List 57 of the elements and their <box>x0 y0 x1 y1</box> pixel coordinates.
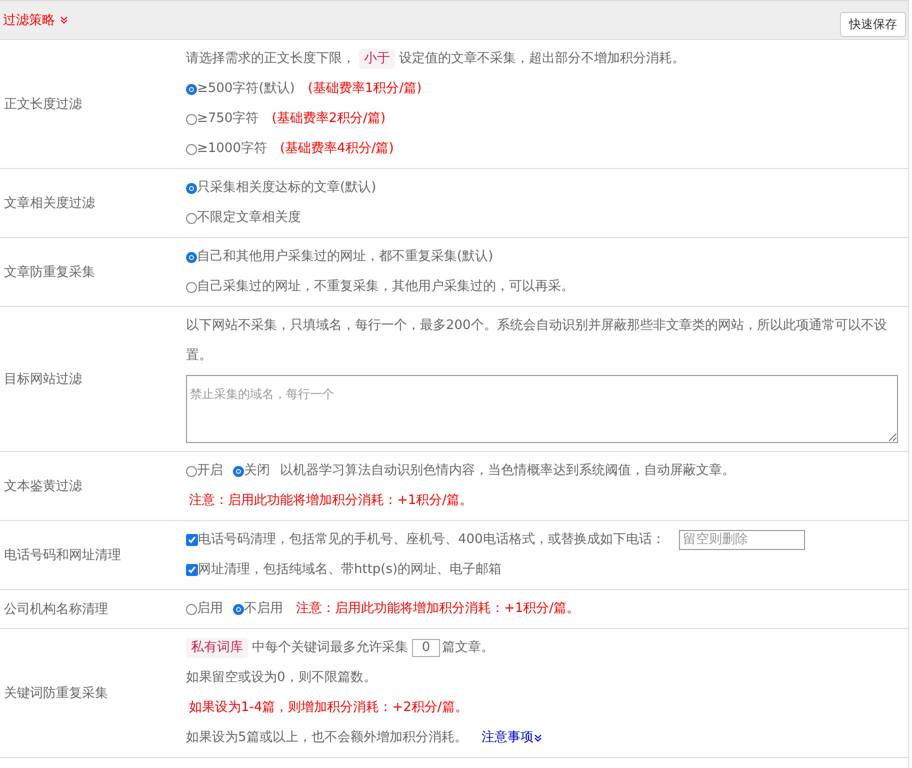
setting-label: 电话号码和网址清理 <box>3 547 122 565</box>
checkbox[interactable] <box>186 534 198 546</box>
description-text: 以下网站不采集，只填域名，每行一个，最多200个。系统会自动识别并屏蔽那些非文章类的网站，所以此项通常可以不设置。 <box>186 317 888 365</box>
description-text: 请选择需求的正文长度下限， <box>186 50 355 68</box>
description-text: 设定值的文章不采集，超出部分不增加积分消耗。 <box>399 50 685 68</box>
option-label: 启用 <box>197 600 223 618</box>
description-text: 以机器学习算法自动识别色情内容，当色情概率达到系统阈值，自动屏蔽文章。 <box>280 462 735 480</box>
radio-button[interactable] <box>233 466 244 476</box>
domain-field[interactable]: 禁止采集的域名，每行一个 <box>186 375 898 443</box>
radio-button[interactable] <box>186 84 197 94</box>
setting-label: 文章相关度过滤 <box>3 195 96 213</box>
option-label: 关闭 <box>244 462 270 480</box>
chevron-down-icon <box>60 16 68 24</box>
notes-link[interactable]: 注意事项 <box>481 723 542 753</box>
warning-text: (基础费率2积分/篇) <box>272 110 386 128</box>
option-label: 不启用 <box>244 600 283 618</box>
radio-button[interactable] <box>186 252 197 262</box>
option-label: 自己和其他用户采集过的网址，都不重复采集(默认) <box>197 248 494 266</box>
warning-text: 注意：启用此功能将增加积分消耗：+1积分/篇。 <box>189 492 473 510</box>
setting-label: 文章防重复采集 <box>3 264 96 282</box>
radio-button[interactable] <box>186 604 197 614</box>
count-field[interactable]: 0 <box>412 639 440 657</box>
save-button[interactable]: 快速保存 <box>840 12 906 36</box>
chevron-down-icon <box>534 734 542 742</box>
setting-label: 正文长度过滤 <box>3 96 83 114</box>
checkbox[interactable] <box>186 564 198 576</box>
radio-button[interactable] <box>233 604 244 614</box>
option-label: ≥500字符(默认) <box>197 80 295 98</box>
description-text: 如果设为5篇或以上，也不会额外增加积分消耗。 <box>186 729 468 747</box>
radio-button[interactable] <box>186 182 197 194</box>
description-text: 中每个关键词最多允许采集 <box>252 639 408 657</box>
radio-button[interactable] <box>186 144 197 154</box>
phone-field[interactable]: 留空则删除 <box>678 530 805 550</box>
radio-button[interactable] <box>186 466 197 476</box>
option-label: 自己采集过的网址，不重复采集，其他用户采集过的，可以再采。 <box>197 278 574 296</box>
warning-text: 注意：启用此功能将增加积分消耗：+1积分/篇。 <box>296 600 580 618</box>
option-label: ≥1000字符 <box>197 140 267 158</box>
setting-label: 关键词防重复采集 <box>3 685 109 703</box>
warning-text: (基础费率1积分/篇) <box>308 80 422 98</box>
setting-label: 文本鉴黄过滤 <box>3 478 83 496</box>
warning-text: 如果设为1-4篇，则增加积分消耗：+2积分/篇。 <box>189 699 468 717</box>
warning-text: (基础费率4积分/篇) <box>280 140 394 158</box>
option-label: ≥750字符 <box>197 110 259 128</box>
setting-label: 公司机构名称清理 <box>3 601 109 619</box>
radio-button[interactable] <box>186 114 197 124</box>
setting-label: 目标网站过滤 <box>3 371 83 389</box>
radio-button[interactable] <box>186 212 197 224</box>
option-label: 电话号码清理，包括常见的手机号、座机号、400电话格式，或替换成如下电话： <box>198 531 665 549</box>
radio-button[interactable] <box>186 282 197 292</box>
option-label: 网址清理，包括纯域名、带http(s)的网址、电子邮箱 <box>198 561 502 579</box>
keyword-tag: 私有词库 <box>186 638 248 658</box>
description-text: 如果留空或设为0，则不限篇数。 <box>186 669 376 687</box>
option-label: 开启 <box>197 462 223 480</box>
option-label: 不限定文章相关度 <box>197 209 301 227</box>
description-text: 篇文章。 <box>442 639 494 657</box>
keyword-tag: 小于 <box>359 49 395 69</box>
option-label: 只采集相关度达标的文章(默认) <box>197 179 376 197</box>
